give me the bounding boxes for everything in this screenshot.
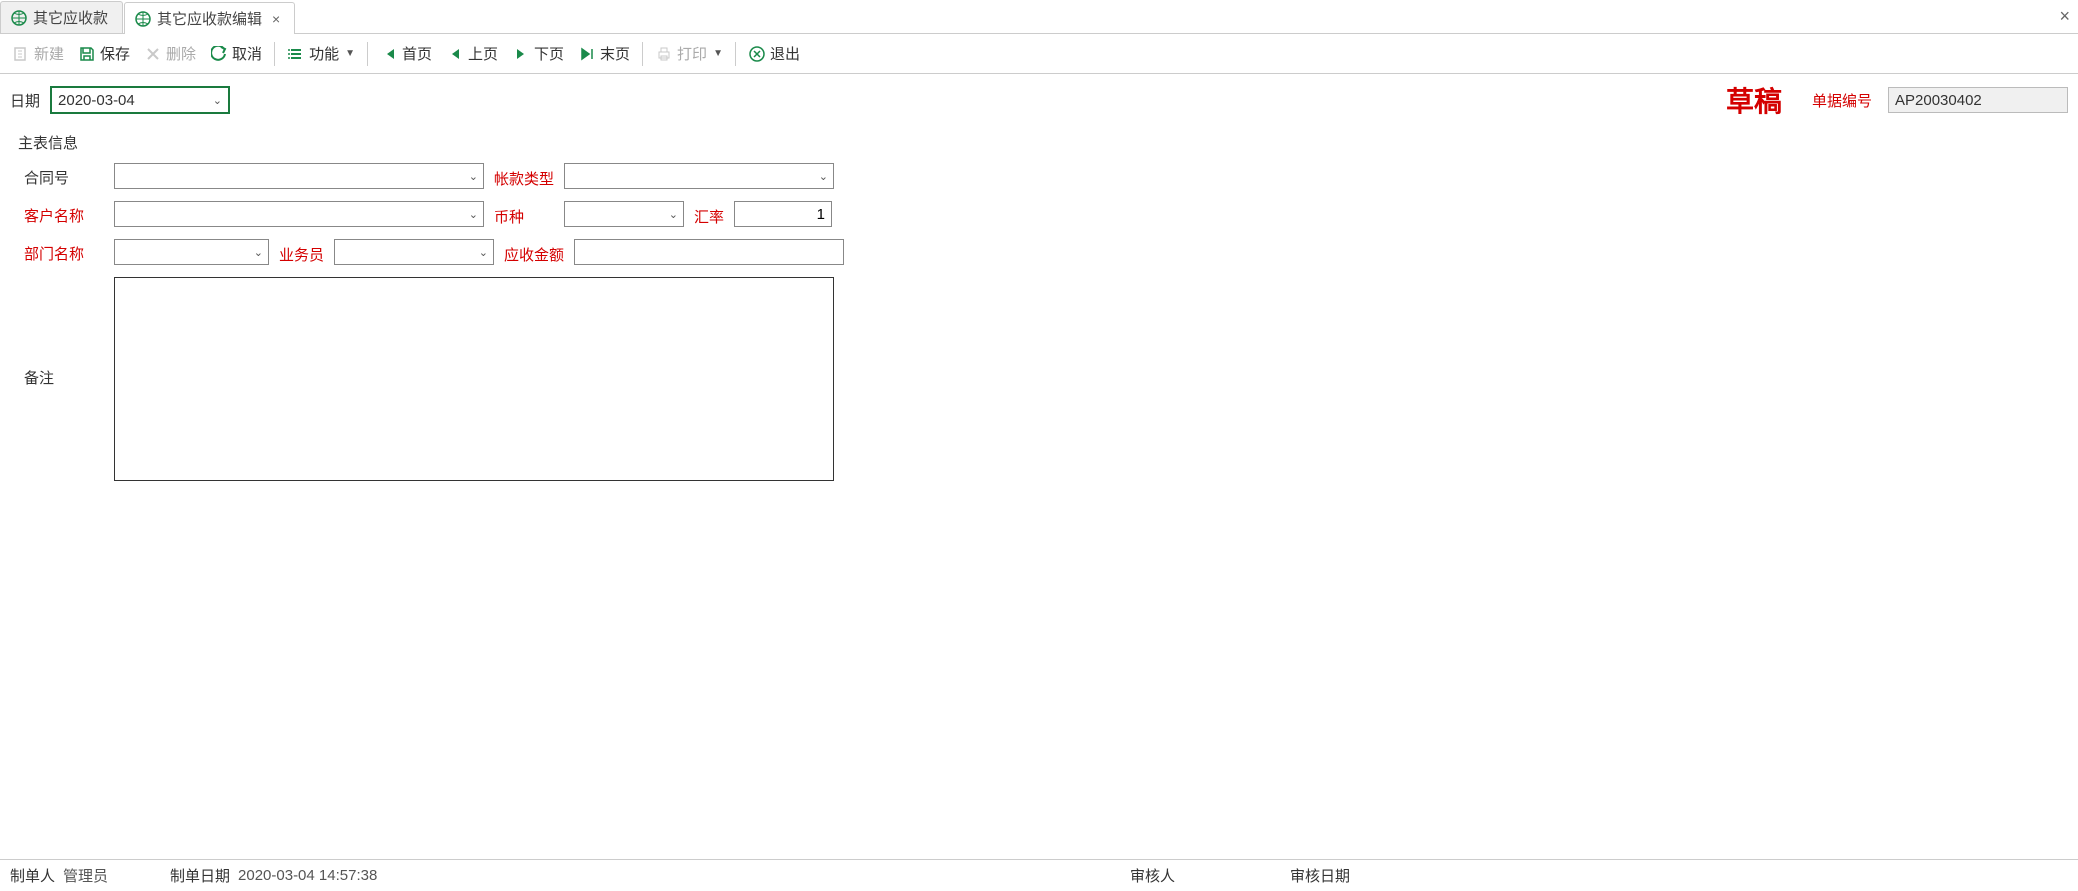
exchange-rate-input[interactable]	[741, 206, 825, 223]
first-icon	[380, 45, 398, 63]
contract-no-input[interactable]	[121, 168, 461, 185]
tab-label: 其它应收款编辑	[157, 8, 262, 29]
last-label: 末页	[600, 43, 630, 64]
separator	[274, 42, 275, 66]
prev-page-button[interactable]: 上页	[440, 39, 504, 68]
print-icon	[655, 45, 673, 63]
cancel-button[interactable]: 取消	[204, 39, 268, 68]
date-label: 日期	[10, 90, 40, 111]
prev-icon	[446, 45, 464, 63]
separator	[735, 42, 736, 66]
last-page-button[interactable]: 末页	[572, 39, 636, 68]
chevron-down-icon: ⌄	[469, 208, 478, 221]
exit-label: 退出	[770, 43, 800, 64]
salesman-field[interactable]: ⌄	[334, 239, 494, 265]
customer-name-input[interactable]	[121, 206, 461, 223]
draft-stamp: 草稿	[1726, 80, 1782, 120]
doc-no-label: 单据编号	[1812, 90, 1872, 111]
close-all-icon[interactable]: ×	[2059, 6, 2070, 27]
new-label: 新建	[34, 43, 64, 64]
create-date-label: 制单日期	[170, 865, 230, 886]
dept-name-label: 部门名称	[24, 239, 114, 264]
separator	[642, 42, 643, 66]
cancel-icon	[210, 45, 228, 63]
cancel-label: 取消	[232, 43, 262, 64]
chevron-down-icon: ⌄	[819, 170, 828, 183]
separator	[367, 42, 368, 66]
next-label: 下页	[534, 43, 564, 64]
account-type-input[interactable]	[571, 168, 811, 185]
customer-name-label: 客户名称	[24, 201, 114, 226]
print-label: 打印	[677, 43, 707, 64]
delete-button[interactable]: 删除	[138, 39, 202, 68]
footer: 制单人 管理员 制单日期 2020-03-04 14:57:38 审核人 审核日…	[0, 859, 2078, 891]
dept-name-input[interactable]	[121, 244, 246, 261]
amount-input[interactable]	[581, 244, 837, 261]
delete-icon	[144, 45, 162, 63]
approver-label: 审核人	[1130, 865, 1175, 886]
save-button[interactable]: 保存	[72, 39, 136, 68]
chevron-down-icon: ⌄	[213, 94, 222, 107]
creator-value: 管理员	[63, 865, 108, 886]
main-fieldset: 主表信息 合同号 ⌄ 帐款类型 ⌄ 客户名称 ⌄ 币种	[14, 132, 2064, 481]
tab-bar: 其它应收款 其它应收款编辑 × ×	[0, 0, 2078, 34]
tab-label: 其它应收款	[33, 7, 108, 28]
account-type-label: 帐款类型	[494, 164, 554, 189]
exchange-rate-field[interactable]	[734, 201, 832, 227]
tab-other-receivable[interactable]: 其它应收款	[0, 1, 123, 33]
contract-no-label: 合同号	[24, 163, 114, 188]
chevron-down-icon: ⌄	[469, 170, 478, 183]
date-value: 2020-03-04	[58, 92, 135, 109]
amount-label: 应收金额	[504, 240, 564, 265]
currency-input[interactable]	[571, 206, 661, 223]
header-row: 日期 2020-03-04 ⌄ 草稿 单据编号 AP20030402	[0, 74, 2078, 126]
prev-label: 上页	[468, 43, 498, 64]
tab-other-receivable-edit[interactable]: 其它应收款编辑 ×	[124, 2, 295, 34]
dept-name-field[interactable]: ⌄	[114, 239, 269, 265]
create-date-value: 2020-03-04 14:57:38	[238, 867, 377, 884]
exit-icon	[748, 45, 766, 63]
remark-textarea[interactable]	[114, 277, 834, 481]
chevron-down-icon: ⌄	[479, 246, 488, 259]
chevron-down-icon: ▼	[345, 48, 355, 59]
customer-name-field[interactable]: ⌄	[114, 201, 484, 227]
salesman-label: 业务员	[279, 240, 324, 265]
amount-field[interactable]	[574, 239, 844, 265]
new-icon	[12, 45, 30, 63]
currency-field[interactable]: ⌄	[564, 201, 684, 227]
exchange-rate-label: 汇率	[694, 202, 724, 227]
delete-label: 删除	[166, 43, 196, 64]
fieldset-legend: 主表信息	[14, 132, 2064, 153]
creator-label: 制单人	[10, 865, 55, 886]
close-icon[interactable]: ×	[272, 11, 280, 27]
salesman-input[interactable]	[341, 244, 471, 261]
function-button[interactable]: 功能 ▼	[281, 39, 361, 68]
function-label: 功能	[309, 43, 339, 64]
save-icon	[78, 45, 96, 63]
next-page-button[interactable]: 下页	[506, 39, 570, 68]
chevron-down-icon: ⌄	[254, 246, 263, 259]
first-page-button[interactable]: 首页	[374, 39, 438, 68]
date-input[interactable]: 2020-03-04 ⌄	[50, 86, 230, 114]
last-icon	[578, 45, 596, 63]
list-icon	[287, 45, 305, 63]
globe-icon	[135, 11, 151, 27]
approve-date-label: 审核日期	[1290, 865, 1350, 886]
chevron-down-icon: ▼	[713, 48, 723, 59]
contract-no-field[interactable]: ⌄	[114, 163, 484, 189]
remark-label: 备注	[24, 277, 114, 388]
exit-button[interactable]: 退出	[742, 39, 806, 68]
next-icon	[512, 45, 530, 63]
chevron-down-icon: ⌄	[669, 208, 678, 221]
globe-icon	[11, 10, 27, 26]
account-type-field[interactable]: ⌄	[564, 163, 834, 189]
toolbar: 新建 保存 删除 取消 功能 ▼ 首页 上页	[0, 34, 2078, 74]
save-label: 保存	[100, 43, 130, 64]
first-label: 首页	[402, 43, 432, 64]
doc-no-field: AP20030402	[1888, 87, 2068, 113]
new-button[interactable]: 新建	[6, 39, 70, 68]
currency-label: 币种	[494, 202, 554, 227]
print-button[interactable]: 打印 ▼	[649, 39, 729, 68]
doc-no-value: AP20030402	[1895, 92, 1982, 109]
